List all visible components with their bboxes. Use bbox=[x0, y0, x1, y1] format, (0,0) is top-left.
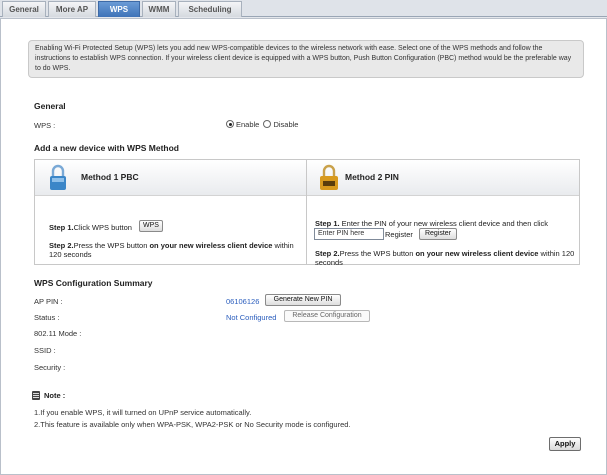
method2-step2-text-a: Press the WPS button bbox=[339, 249, 416, 258]
general-title: General bbox=[34, 101, 66, 111]
tab-scheduling[interactable]: Scheduling bbox=[178, 1, 242, 17]
method2-step2: Step 2.Press the WPS button on your new … bbox=[315, 249, 577, 267]
note-icon bbox=[32, 391, 40, 400]
apply-button[interactable]: Apply bbox=[549, 437, 581, 451]
wps-label: WPS : bbox=[34, 121, 56, 130]
method2-header: Method 2 PIN bbox=[307, 160, 579, 196]
generate-pin-button[interactable]: Generate New PIN bbox=[265, 294, 341, 306]
method1-step2-bold: on your new wireless client device bbox=[149, 241, 273, 250]
summary-title: WPS Configuration Summary bbox=[34, 278, 153, 288]
status-value: Not Configured bbox=[226, 313, 277, 322]
tab-bar: General More AP WPS WMM Scheduling bbox=[0, 0, 607, 17]
note-title: Note : bbox=[44, 391, 66, 400]
method2-step1-prefix: Step 1. bbox=[315, 219, 340, 228]
method2-step2-bold: on your new wireless client device bbox=[415, 249, 539, 258]
tab-more-ap[interactable]: More AP bbox=[48, 1, 96, 17]
ap-pin-label: AP PIN : bbox=[34, 297, 63, 306]
add-device-title: Add a new device with WPS Method bbox=[34, 143, 179, 153]
method1-title: Method 1 PBC bbox=[81, 172, 139, 182]
tab-wmm[interactable]: WMM bbox=[142, 1, 176, 17]
method1-step1-text: Click WPS button bbox=[73, 223, 132, 232]
method2-step1: Step 1. Enter the PIN of your new wirele… bbox=[315, 219, 577, 228]
method2-step1-text: Enter the PIN of your new wireless clien… bbox=[339, 219, 549, 228]
tab-general[interactable]: General bbox=[2, 1, 46, 17]
method1-header: Method 1 PBC bbox=[35, 160, 306, 196]
wps-enable-label: Enable bbox=[236, 120, 260, 129]
method2-title: Method 2 PIN bbox=[345, 172, 399, 182]
content-panel: Enabling Wi-Fi Protected Setup (WPS) let… bbox=[0, 18, 607, 475]
ap-pin-value: 06106126 bbox=[226, 297, 260, 306]
wps-disable-label: Disable bbox=[273, 120, 299, 129]
intro-text: Enabling Wi-Fi Protected Setup (WPS) let… bbox=[28, 40, 584, 78]
method1-step2: Step 2.Press the WPS button on your new … bbox=[49, 241, 299, 259]
lock-icon bbox=[50, 164, 66, 190]
register-button[interactable]: Register bbox=[419, 228, 457, 240]
pin-lock-icon bbox=[320, 164, 338, 190]
wps-methods-box: Method 1 PBC Method 2 PIN Step 1.Click W… bbox=[34, 159, 580, 267]
method2-step2-prefix: Step 2. bbox=[315, 249, 340, 258]
wps-radio-group: Enable Disable bbox=[226, 120, 298, 129]
mode-label: 802.11 Mode : bbox=[34, 329, 82, 338]
note-item-1: 1.If you enable WPS, it will turned on U… bbox=[34, 408, 252, 417]
pin-input[interactable]: Enter PIN here bbox=[314, 228, 384, 240]
method1-step1-prefix: Step 1. bbox=[49, 223, 74, 232]
method1-step1: Step 1.Click WPS button bbox=[49, 223, 132, 232]
wps-disable-radio[interactable] bbox=[263, 120, 272, 128]
security-label: Security : bbox=[34, 363, 66, 372]
wps-enable-radio[interactable] bbox=[226, 120, 234, 128]
note-item-2: 2.This feature is available only when WP… bbox=[34, 420, 351, 429]
wps-button[interactable]: WPS bbox=[139, 220, 163, 232]
ssid-label: SSID : bbox=[34, 346, 56, 355]
register-text: Register bbox=[385, 230, 413, 239]
method1-step2-text-a: Press the WPS button bbox=[73, 241, 150, 250]
status-label: Status : bbox=[34, 313, 60, 322]
tab-wps[interactable]: WPS bbox=[98, 1, 140, 17]
method1-step2-prefix: Step 2. bbox=[49, 241, 74, 250]
release-config-button[interactable]: Release Configuration bbox=[284, 310, 370, 322]
